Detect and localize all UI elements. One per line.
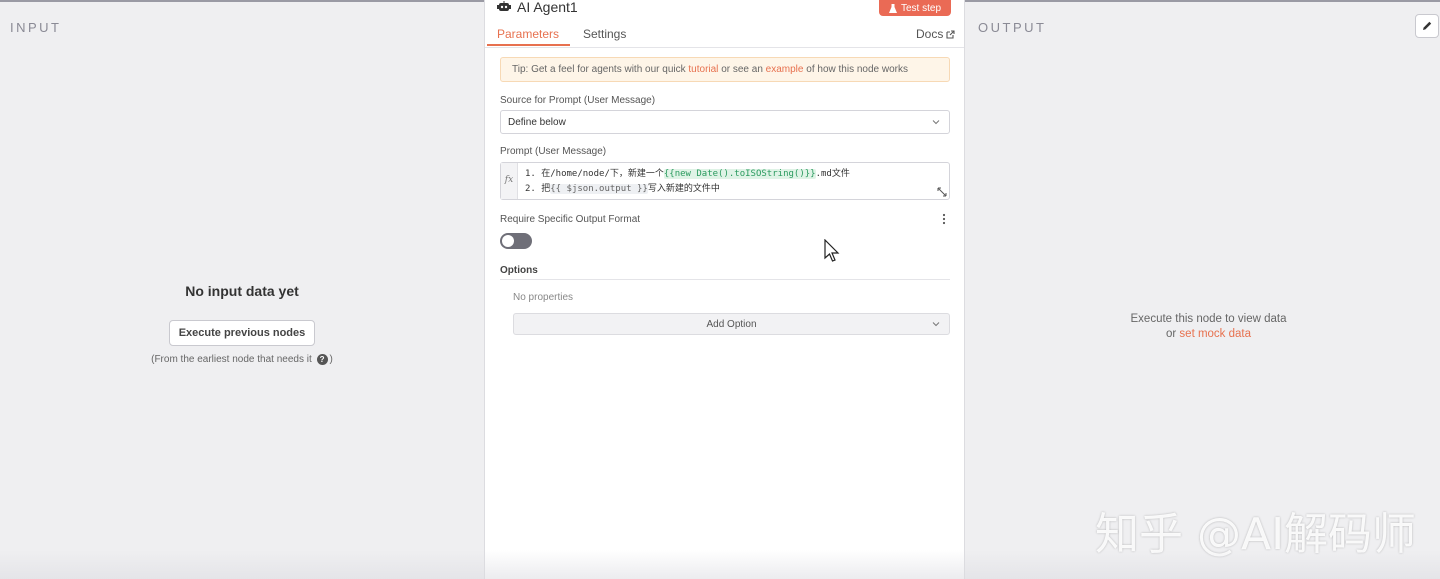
tip-callout: Tip: Get a feel for agents with our quic… — [500, 57, 950, 82]
set-mock-data-link[interactable]: set mock data — [1179, 328, 1251, 340]
flask-icon — [889, 3, 897, 13]
active-tab-indicator — [487, 44, 570, 46]
prompt-code[interactable]: 1. 在/home/node/下，新建一个{{new Date().toISOS… — [525, 167, 850, 197]
prompt-line2-expression: {{ $json.output }} — [550, 184, 648, 194]
output-empty-line1: Execute this node to view data — [1130, 313, 1287, 325]
input-hint-close: ) — [329, 354, 333, 365]
add-option-button[interactable]: Add Option — [513, 313, 950, 335]
input-hint-text: (From the earliest node that needs it — [151, 354, 312, 365]
source-prompt-select[interactable]: Define below — [500, 110, 950, 134]
no-input-heading: No input data yet — [185, 283, 299, 299]
chevron-down-icon — [932, 322, 940, 327]
fx-icon: fx — [501, 163, 518, 199]
prompt-label: Prompt (User Message) — [500, 146, 607, 157]
pencil-icon — [1423, 21, 1432, 30]
example-link[interactable]: example — [766, 64, 804, 75]
options-heading: Options — [500, 265, 538, 276]
tip-middle: or see an — [721, 64, 763, 75]
no-properties-text: No properties — [513, 292, 574, 303]
node-header: AI Agent1 Test step — [485, 0, 964, 16]
source-prompt-value: Define below — [508, 117, 566, 128]
add-option-label: Add Option — [706, 319, 757, 330]
test-step-label: Test step — [901, 2, 942, 14]
toggle-knob — [502, 235, 514, 247]
question-icon[interactable]: ? — [316, 354, 328, 365]
input-panel-title: INPUT — [10, 20, 62, 35]
tutorial-link[interactable]: tutorial — [688, 64, 718, 75]
chevron-down-icon — [932, 120, 940, 125]
tip-suffix: of how this node works — [806, 64, 908, 75]
prompt-line2-suffix: 写入新建的文件中 — [647, 184, 720, 194]
mouse-cursor-icon — [824, 239, 840, 262]
tip-prefix: Tip: Get a feel for agents with our quic… — [512, 64, 686, 75]
output-empty-state: Execute this node to view data or set mo… — [965, 312, 1440, 342]
node-title[interactable]: AI Agent1 — [517, 0, 578, 15]
node-tabs: Parameters Settings Docs — [485, 25, 964, 47]
edit-output-button[interactable] — [1415, 14, 1439, 38]
prompt-editor[interactable]: fx 1. 在/home/node/下，新建一个{{new Date().toI… — [500, 162, 950, 200]
robot-icon — [497, 1, 511, 11]
prompt-line1-prefix: 1. 在/home/node/下，新建一个 — [525, 169, 664, 179]
options-divider — [500, 279, 950, 280]
output-format-toggle[interactable] — [500, 233, 532, 249]
node-settings-panel: AI Agent1 Test step Parameters Settings … — [484, 0, 965, 579]
source-prompt-label: Source for Prompt (User Message) — [500, 95, 656, 106]
watermark-text: 知乎 @AI解码师 — [1095, 509, 1417, 560]
tabs-divider — [485, 47, 964, 48]
output-format-label: Require Specific Output Format — [500, 214, 641, 225]
docs-label: Docs — [916, 27, 944, 41]
prompt-line1-suffix: .md文件 — [815, 169, 850, 179]
prompt-line1-expression: {{new Date().toISOString()}} — [663, 169, 816, 179]
n8n-node-editor: INPUT No input data yet Execute previous… — [0, 0, 1440, 579]
input-empty-state: No input data yet Execute previous nodes… — [0, 283, 484, 365]
tab-parameters[interactable]: Parameters — [497, 27, 559, 41]
prompt-line2-prefix: 2. 把 — [525, 184, 551, 194]
output-or-text: or — [1165, 328, 1177, 340]
test-step-button[interactable]: Test step — [879, 0, 952, 16]
output-empty-line2: or set mock data — [965, 327, 1440, 342]
execute-previous-nodes-button[interactable]: Execute previous nodes — [168, 320, 316, 346]
more-options-icon[interactable] — [942, 213, 946, 225]
output-panel-title: OUTPUT — [978, 20, 1047, 35]
output-panel: OUTPUT Execute this node to view data or… — [965, 2, 1440, 579]
input-panel: INPUT No input data yet Execute previous… — [0, 2, 484, 579]
tab-settings[interactable]: Settings — [583, 27, 626, 41]
expand-editor-icon[interactable] — [937, 187, 947, 197]
docs-link[interactable]: Docs — [916, 27, 955, 41]
external-link-icon — [946, 29, 955, 39]
input-hint: (From the earliest node that needs it ?) — [0, 354, 484, 365]
